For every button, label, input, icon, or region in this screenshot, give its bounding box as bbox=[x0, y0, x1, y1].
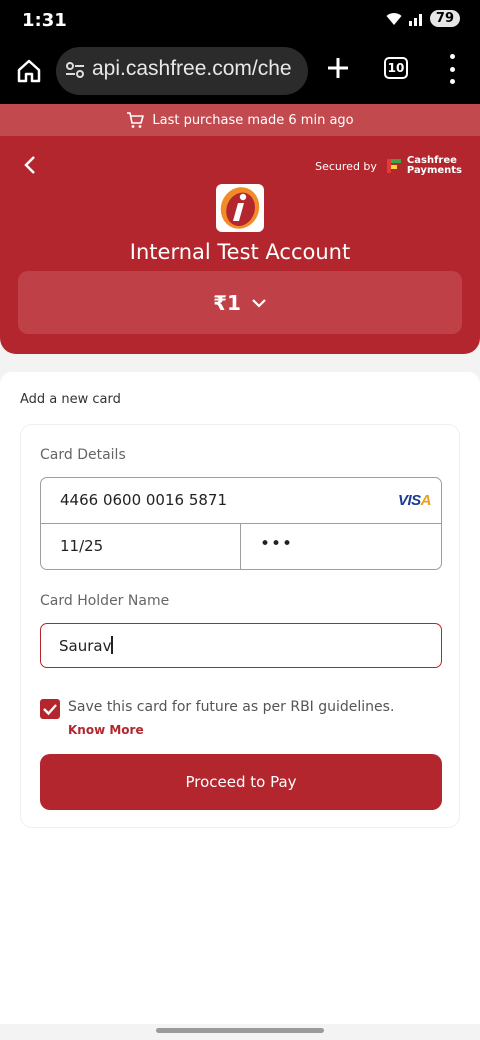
card-holder-name-field[interactable]: Saurav bbox=[40, 623, 442, 668]
expiry-value: 11/25 bbox=[60, 537, 104, 555]
cart-icon bbox=[127, 112, 145, 128]
checkout-header: Secured by Cashfree Payments Internal Te… bbox=[0, 136, 480, 354]
card-fields-group: 4466 0600 0016 5871 VISA 11/25 ••• bbox=[40, 477, 442, 570]
home-icon[interactable] bbox=[16, 58, 42, 84]
cashfree-logo-line2: Payments bbox=[406, 165, 462, 176]
card-form: Card Details 4466 0600 0016 5871 VISA 11… bbox=[20, 424, 460, 828]
proceed-to-pay-button[interactable]: Proceed to Pay bbox=[40, 754, 442, 810]
cvv-field[interactable]: ••• bbox=[241, 524, 441, 569]
amount-value: ₹1 bbox=[213, 290, 241, 315]
card-holder-name-value: Saurav bbox=[59, 636, 113, 655]
gesture-bar[interactable] bbox=[156, 1028, 324, 1033]
card-details-label: Card Details bbox=[40, 447, 126, 463]
merchant-name: Internal Test Account bbox=[129, 240, 351, 264]
browser-toolbar: api.cashfree.com/che 10 bbox=[0, 44, 480, 104]
address-bar[interactable]: api.cashfree.com/che bbox=[56, 47, 308, 95]
section-title: Add a new card bbox=[20, 392, 121, 407]
expiry-field[interactable]: 11/25 bbox=[41, 524, 241, 569]
amount-dropdown[interactable]: ₹1 bbox=[18, 271, 462, 334]
bank-logo-icon bbox=[220, 187, 260, 229]
last-purchase-banner: Last purchase made 6 min ago bbox=[0, 104, 480, 136]
tab-count: 10 bbox=[387, 61, 405, 75]
chevron-down-icon bbox=[252, 298, 266, 308]
status-time: 1:31 bbox=[22, 10, 67, 31]
site-settings-icon[interactable] bbox=[64, 59, 86, 81]
card-number-field[interactable]: 4466 0600 0016 5871 VISA bbox=[41, 478, 441, 524]
payment-content: Add a new card Card Details 4466 0600 00… bbox=[0, 372, 480, 1024]
know-more-link[interactable]: Know More bbox=[68, 723, 144, 737]
cashfree-mark-icon bbox=[386, 159, 401, 173]
tab-switcher-button[interactable]: 10 bbox=[384, 57, 408, 79]
banner-text: Last purchase made 6 min ago bbox=[152, 112, 354, 128]
cvv-value: ••• bbox=[260, 534, 294, 554]
secured-by-label: Secured by bbox=[315, 159, 377, 173]
back-arrow-icon[interactable] bbox=[20, 154, 42, 176]
signal-icon bbox=[408, 13, 422, 26]
merchant-logo bbox=[216, 184, 264, 232]
save-card-text: Save this card for future as per RBI gui… bbox=[68, 699, 395, 715]
card-holder-label: Card Holder Name bbox=[40, 593, 170, 609]
battery-indicator: 79 bbox=[429, 10, 460, 27]
new-tab-icon[interactable] bbox=[324, 54, 352, 82]
card-number-value: 4466 0600 0016 5871 bbox=[60, 491, 227, 509]
wifi-icon bbox=[386, 12, 402, 25]
cashfree-logo: Cashfree Payments bbox=[385, 156, 462, 176]
visa-logo-icon: VISA bbox=[397, 492, 432, 509]
more-menu-icon[interactable] bbox=[442, 54, 462, 84]
save-card-checkbox[interactable] bbox=[40, 699, 60, 719]
url-text: api.cashfree.com/che bbox=[92, 57, 292, 80]
secured-by: Secured by Cashfree Payments bbox=[315, 156, 462, 176]
status-icons: 79 bbox=[386, 10, 460, 27]
checkmark-icon bbox=[43, 704, 57, 716]
status-bar: 1:31 79 bbox=[0, 0, 480, 44]
